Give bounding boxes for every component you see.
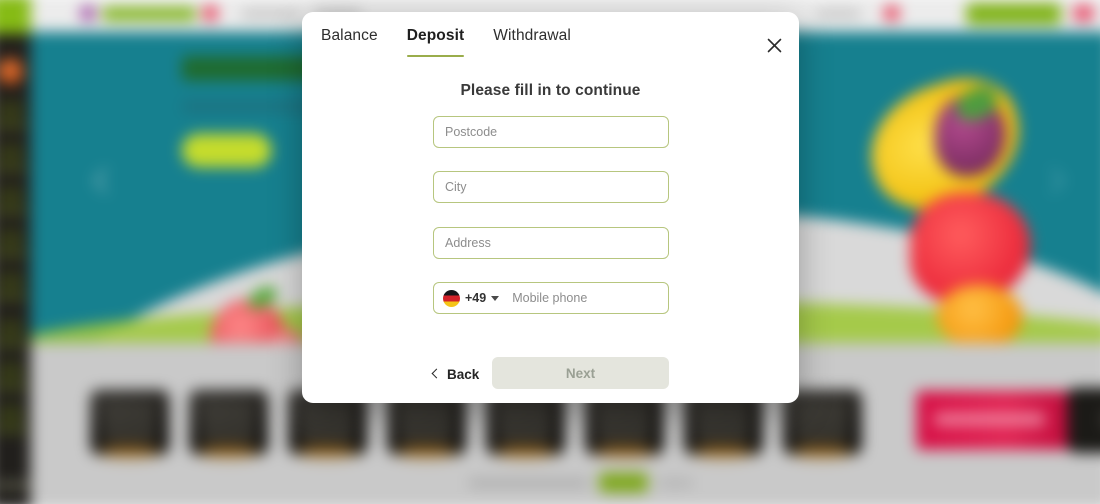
mobile-phone-field[interactable]: +49 — [433, 282, 669, 314]
dial-code-label: +49 — [465, 291, 487, 305]
tab-withdrawal-label: Withdrawal — [493, 27, 571, 44]
chevron-down-icon — [491, 295, 500, 301]
tab-deposit-label: Deposit — [406, 27, 465, 44]
rail-item[interactable] — [0, 186, 23, 207]
logo-mark — [79, 5, 97, 22]
country-code-picker[interactable]: +49 — [443, 289, 505, 307]
rail-item[interactable] — [0, 319, 23, 339]
back-button[interactable]: Back — [431, 360, 480, 388]
rail-item-label — [0, 427, 26, 433]
header-badge-icon[interactable] — [883, 5, 900, 22]
close-icon[interactable] — [761, 32, 787, 58]
rail-item-label — [0, 166, 26, 172]
page-title: Please fill in to continue — [460, 82, 641, 99]
rail-footer-label — [0, 482, 30, 488]
tab-withdrawal[interactable]: Withdrawal — [493, 27, 571, 57]
carousel-prev-arrow-icon[interactable] — [92, 167, 119, 194]
header-promo-badge[interactable] — [1073, 5, 1094, 22]
next-button[interactable]: Next — [492, 357, 669, 389]
city-field[interactable] — [433, 171, 669, 203]
postcode-field[interactable] — [433, 116, 669, 148]
logo-accent — [202, 5, 219, 22]
rail-item-label — [0, 209, 26, 215]
city-input[interactable] — [445, 172, 657, 202]
postcode-input[interactable] — [445, 117, 657, 147]
tab-balance-label: Balance — [321, 27, 378, 44]
wallet-modal: Balance Deposit Withdrawal Please fill i… — [302, 12, 799, 403]
footer-text — [658, 478, 693, 488]
mobile-phone-input[interactable] — [505, 283, 657, 313]
germany-flag-icon — [443, 289, 460, 307]
rail-item[interactable] — [0, 404, 23, 425]
logo-wordmark — [102, 7, 197, 21]
chevron-left-icon — [431, 368, 442, 379]
rail-item-label — [0, 294, 26, 300]
game-tile[interactable] — [1067, 387, 1100, 453]
rail-item[interactable] — [0, 272, 23, 292]
rail-item[interactable] — [0, 362, 23, 382]
tab-deposit[interactable]: Deposit — [406, 27, 465, 57]
rail-item[interactable] — [0, 229, 23, 249]
game-tile[interactable] — [188, 389, 269, 459]
address-field[interactable] — [433, 227, 669, 259]
rail-avatar-icon[interactable] — [0, 58, 24, 85]
rail-item-label — [0, 123, 26, 129]
modal-tabs: Balance Deposit Withdrawal — [321, 27, 571, 57]
hero-cta-button[interactable] — [181, 133, 272, 168]
promo-tile[interactable] — [916, 390, 1070, 450]
header-cta-button[interactable] — [966, 3, 1062, 25]
tab-balance[interactable]: Balance — [321, 27, 378, 57]
left-navigation-rail[interactable] — [0, 0, 31, 504]
rail-logo[interactable] — [0, 0, 31, 34]
rail-item[interactable] — [0, 101, 23, 121]
rail-item-label — [0, 341, 26, 347]
header-nav-item[interactable] — [240, 10, 301, 18]
rail-item-label — [0, 384, 26, 390]
carousel-next-arrow-icon[interactable] — [1039, 167, 1066, 194]
header-nav-item[interactable] — [816, 10, 862, 18]
footer-button[interactable] — [598, 472, 648, 493]
rail-item-label — [0, 252, 26, 258]
rail-item[interactable] — [0, 143, 23, 164]
back-button-label: Back — [447, 366, 480, 382]
orange-illustration — [936, 284, 1023, 343]
footer-text — [468, 478, 589, 488]
game-tile[interactable] — [89, 389, 170, 459]
address-input[interactable] — [445, 228, 657, 258]
